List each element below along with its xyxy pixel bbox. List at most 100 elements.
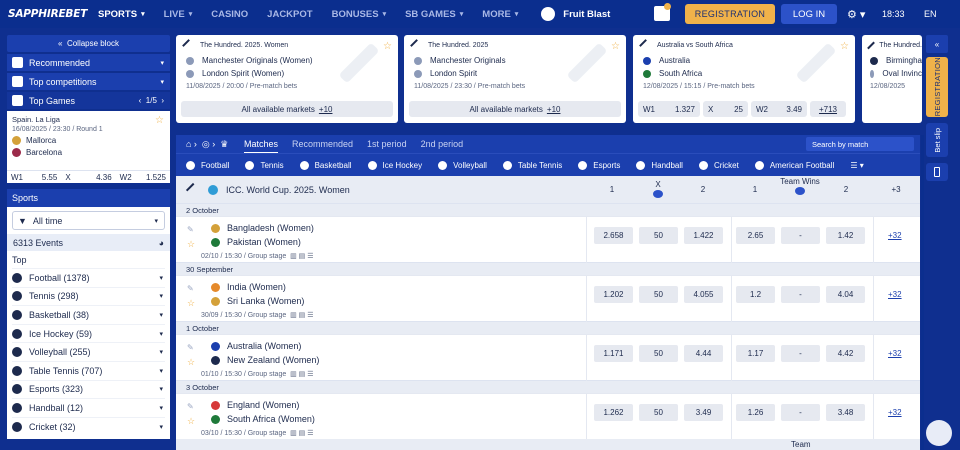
sidebar-sport-basketball[interactable]: Basketball (38) ▾ bbox=[12, 305, 165, 324]
sport-tab-handball[interactable]: Handball bbox=[636, 160, 683, 170]
sidebar-sport-volleyball[interactable]: Volleyball (255) ▾ bbox=[12, 342, 165, 361]
odd-team-1[interactable]: 1.2 bbox=[736, 286, 775, 303]
odd-2[interactable]: 4.055 bbox=[684, 286, 723, 303]
odd-w2[interactable]: W2 3.49 bbox=[751, 101, 807, 117]
odd-1[interactable]: 1.202 bbox=[594, 286, 633, 303]
nav-casino[interactable]: CASINO bbox=[211, 9, 248, 20]
sidebar-sport-handball[interactable]: Handball (12) ▾ bbox=[12, 398, 165, 417]
pin-icon[interactable]: ✎ bbox=[187, 284, 194, 293]
tab-1st-period[interactable]: 1st period bbox=[367, 139, 407, 149]
more-markets-link[interactable]: +32 bbox=[888, 349, 902, 358]
nav-live[interactable]: LIVE ▾ bbox=[164, 9, 193, 20]
breadcrumb[interactable]: ⌂ › ◎ › ♛ bbox=[186, 139, 244, 150]
odd-team-wins[interactable]: - bbox=[781, 404, 820, 421]
expand-rail-button[interactable]: « bbox=[926, 35, 948, 53]
odd-team-2[interactable]: 3.48 bbox=[826, 404, 865, 421]
odd-w2[interactable]: W2 1.525 bbox=[116, 171, 170, 183]
clock-time[interactable]: 18:33 bbox=[882, 9, 905, 19]
sport-tab-table-tennis[interactable]: Table Tennis bbox=[502, 160, 562, 170]
odd-w1[interactable]: W1 5.55 bbox=[7, 171, 61, 183]
registration-button[interactable]: REGISTRATION bbox=[685, 4, 775, 24]
more-markets-link[interactable]: +32 bbox=[888, 408, 902, 417]
pin-icon[interactable]: ✎ bbox=[187, 402, 194, 411]
odd-team-2[interactable]: 1.42 bbox=[826, 227, 865, 244]
odd-x[interactable]: 50 bbox=[639, 345, 678, 362]
odd-team-2[interactable]: 4.04 bbox=[826, 286, 865, 303]
match-row[interactable]: ✎ ☆ England (Women) South Africa (Women)… bbox=[176, 393, 920, 440]
odd-2[interactable]: 4.44 bbox=[684, 345, 723, 362]
odd-2[interactable]: 1.422 bbox=[684, 227, 723, 244]
match-row[interactable]: ✎ ☆ Bangladesh (Women) Pakistan (Women) … bbox=[176, 216, 920, 263]
chat-support-icon[interactable] bbox=[926, 420, 952, 446]
sport-tab-football[interactable]: Football bbox=[186, 160, 229, 170]
sidebar-sport-table-tennis[interactable]: Table Tennis (707) ▾ bbox=[12, 360, 165, 380]
star-icon[interactable]: ☆ bbox=[155, 115, 164, 126]
odd-x[interactable]: 50 bbox=[639, 286, 678, 303]
odd-x[interactable]: 50 bbox=[639, 227, 678, 244]
odd-1[interactable]: 1.262 bbox=[594, 404, 633, 421]
star-icon[interactable]: ☆ bbox=[840, 41, 849, 52]
sidebar-top-competitions[interactable]: Top competitions ▾ bbox=[7, 73, 170, 90]
sport-tab-basketball[interactable]: Basketball bbox=[299, 160, 352, 170]
star-icon[interactable]: ☆ bbox=[187, 416, 195, 427]
featured-card[interactable]: Australia vs South Africa ☆ Australia So… bbox=[633, 35, 855, 123]
star-icon[interactable]: ☆ bbox=[187, 239, 195, 250]
league-name[interactable]: ICC. World Cup. 2025. Women bbox=[226, 185, 350, 195]
sidebar-recommended[interactable]: Recommended ▾ bbox=[7, 54, 170, 71]
nav-more[interactable]: MORE ▾ bbox=[482, 9, 518, 20]
search-input[interactable]: Search by match bbox=[806, 137, 914, 151]
gear-icon[interactable]: ⚙ ▾ bbox=[847, 8, 865, 21]
odd-team-1[interactable]: 1.17 bbox=[736, 345, 775, 362]
sport-tab-cricket[interactable]: Cricket bbox=[698, 160, 739, 170]
all-markets-button[interactable]: All available markets +10 bbox=[409, 101, 621, 117]
nav-bonuses[interactable]: BONUSES ▾ bbox=[332, 9, 387, 20]
odd-team-2[interactable]: 4.42 bbox=[826, 345, 865, 362]
tab-2nd-period[interactable]: 2nd period bbox=[421, 139, 464, 149]
odd-team-wins[interactable]: - bbox=[781, 227, 820, 244]
collapse-block-button[interactable]: « Collapse block bbox=[7, 35, 170, 52]
brand-logo[interactable]: SAPPHIREBET bbox=[8, 8, 98, 20]
top-games-pager[interactable]: ‹ 1/5 › bbox=[139, 96, 164, 105]
odd-team-1[interactable]: 2.65 bbox=[736, 227, 775, 244]
sidebar-sport-esports[interactable]: Esports (323) ▾ bbox=[12, 379, 165, 399]
odd-1[interactable]: 2.658 bbox=[594, 227, 633, 244]
pin-icon[interactable]: ✎ bbox=[187, 225, 194, 234]
more-markets-link[interactable]: +32 bbox=[888, 290, 902, 299]
odd-1[interactable]: 1.171 bbox=[594, 345, 633, 362]
bet-slip-button[interactable]: Bet slip bbox=[926, 123, 948, 157]
odd-x[interactable]: 50 bbox=[639, 404, 678, 421]
stats-icon[interactable]: ▥ ▤ ☰ bbox=[290, 253, 313, 260]
sidebar-sport-football[interactable]: Football (1378) ▾ bbox=[12, 268, 165, 287]
sidebar-sport-ice-hockey[interactable]: Ice Hockey (59) ▾ bbox=[12, 323, 165, 343]
odd-x[interactable]: X 25 bbox=[703, 101, 748, 117]
top-game-card[interactable]: Spain. La Liga ☆ 16/08/2025 / 23:30 / Ro… bbox=[7, 111, 170, 183]
pin-icon[interactable]: ✎ bbox=[187, 343, 194, 352]
nav-sb-games[interactable]: SB GAMES ▾ bbox=[405, 9, 463, 20]
sidebar-top-games[interactable]: Top Games ‹ 1/5 › bbox=[7, 92, 170, 109]
sport-tab-ice-hockey[interactable]: Ice Hockey bbox=[367, 160, 422, 170]
sport-tab-tennis[interactable]: Tennis bbox=[245, 160, 284, 170]
tab-matches[interactable]: Matches bbox=[244, 139, 278, 149]
match-row[interactable]: ✎ ☆ Australia (Women) New Zealand (Women… bbox=[176, 334, 920, 381]
globe-icon[interactable]: ◕ bbox=[159, 238, 164, 248]
star-icon[interactable]: ☆ bbox=[187, 357, 195, 368]
sport-tab-esports[interactable]: Esports bbox=[578, 160, 620, 170]
more-markets-link[interactable]: +32 bbox=[888, 231, 902, 240]
star-icon[interactable]: ☆ bbox=[383, 41, 392, 52]
scrollbar[interactable] bbox=[921, 135, 924, 450]
nav-jackpot[interactable]: JACKPOT bbox=[267, 9, 312, 20]
more-sports-menu-icon[interactable]: ☰ ▾ bbox=[850, 161, 863, 170]
login-button[interactable]: LOG IN bbox=[781, 4, 837, 24]
match-row[interactable]: ✎ ☆ India (Women) Sri Lanka (Women) 30/0… bbox=[176, 275, 920, 322]
featured-card[interactable]: The Hundred. 2025 ☆ Manchester Originals… bbox=[404, 35, 626, 123]
col-header-team-wins[interactable]: Team Wins bbox=[779, 177, 821, 195]
more-markets-link[interactable]: +713 bbox=[810, 101, 846, 117]
odd-w1[interactable]: W1 1.327 bbox=[638, 101, 700, 117]
odd-2[interactable]: 3.49 bbox=[684, 404, 723, 421]
sidebar-sport-cricket[interactable]: Cricket (32) ▾ bbox=[12, 416, 165, 436]
sport-tab-volleyball[interactable]: Volleyball bbox=[438, 160, 487, 170]
all-markets-button[interactable]: All available markets +10 bbox=[181, 101, 393, 117]
odd-team-wins[interactable]: - bbox=[781, 286, 820, 303]
col-header-x[interactable]: X bbox=[643, 180, 673, 198]
sidebar-sport-tennis[interactable]: Tennis (298) ▾ bbox=[12, 286, 165, 306]
